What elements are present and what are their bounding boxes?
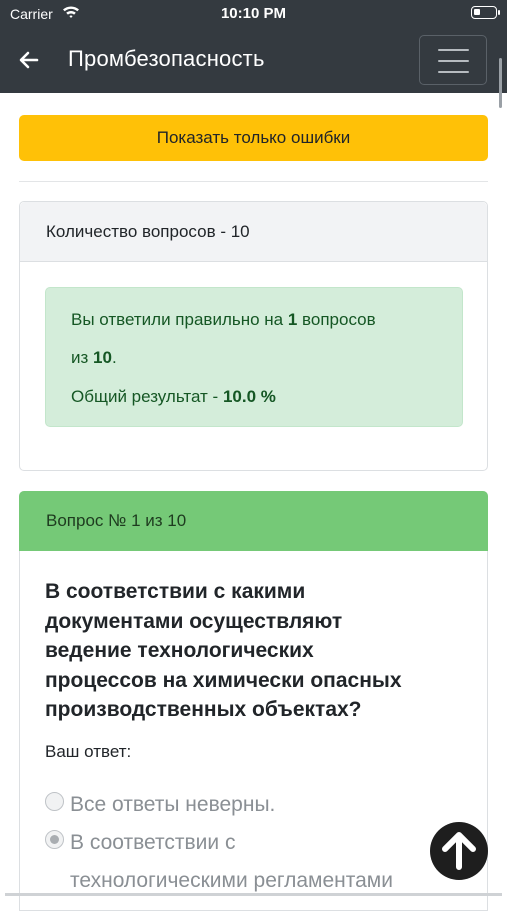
arrow-up-icon — [442, 832, 476, 870]
scroll-to-top-button[interactable] — [430, 822, 488, 880]
result-line-correct: Вы ответили правильно на 1 вопросов — [71, 310, 376, 329]
result-line-percent: Общий результат - 10.0 % — [71, 387, 276, 406]
result-line-total: из 10. — [71, 348, 117, 367]
menu-toggle-button[interactable] — [419, 35, 487, 85]
page-title: Промбезопасность — [68, 46, 265, 71]
clock: 10:10 PM — [220, 5, 287, 22]
main-content: Показать только ошибки Количество вопрос… — [0, 93, 507, 911]
status-bar: Carrier 10:10 PM — [0, 0, 507, 27]
radio-button[interactable] — [45, 792, 64, 811]
home-indicator — [5, 893, 502, 896]
question-count-header: Количество вопросов - 10 — [20, 202, 487, 262]
summary-card: Количество вопросов - 10 Вы ответили пра… — [19, 201, 488, 471]
divider — [19, 181, 488, 182]
answer-option-label: В соответствии с — [70, 831, 236, 854]
total-count: 10 — [93, 348, 112, 367]
radio-button-selected[interactable] — [45, 830, 64, 849]
show-errors-button[interactable]: Показать только ошибки — [19, 115, 488, 161]
your-answer-label: Ваш ответ: — [45, 742, 132, 761]
result-percent: 10.0 % — [222, 387, 276, 406]
answer-option-label: Все ответы неверны. — [70, 793, 276, 816]
hamburger-menu-icon — [438, 49, 469, 51]
correct-count: 1 — [287, 310, 298, 329]
question-text: В соответствии с какими документами осущ… — [45, 580, 402, 721]
question-number-header: Вопрос № 1 из 10 — [19, 491, 488, 551]
question-card: Вопрос № 1 из 10 В соответствии с какими… — [19, 491, 488, 911]
arrow-left-icon[interactable] — [16, 47, 42, 73]
result-alert: Вы ответили правильно на 1 вопросов из 1… — [45, 287, 463, 427]
app-navbar: Промбезопасность — [0, 27, 507, 93]
battery-icon — [471, 6, 500, 19]
